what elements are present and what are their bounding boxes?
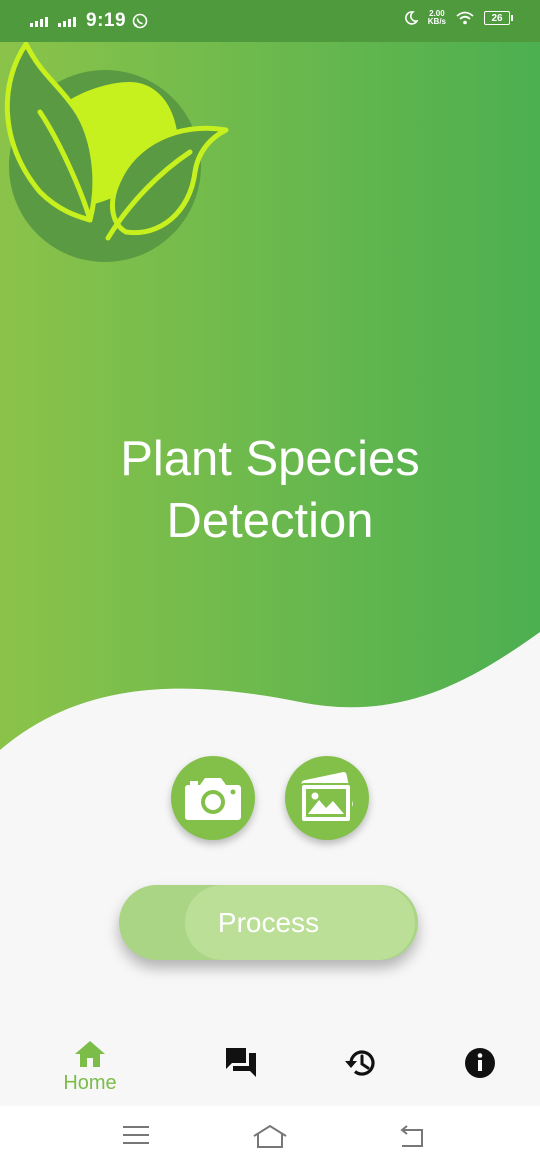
system-nav-bar — [0, 1106, 540, 1170]
title-line-2: Detection — [166, 494, 374, 548]
nav-item-info[interactable] — [435, 1020, 525, 1106]
signal-icon — [30, 15, 48, 27]
leaf-logo-icon — [4, 42, 229, 262]
process-button-label: Process — [119, 885, 418, 960]
menu-icon[interactable] — [122, 1124, 150, 1146]
title-line-1: Plant Species — [120, 432, 420, 486]
status-time: 9:19 — [86, 10, 127, 31]
net-speed-unit: KB/s — [427, 17, 446, 26]
back-icon[interactable] — [398, 1124, 426, 1148]
gallery-button[interactable] — [285, 756, 369, 840]
battery-icon: 26 — [484, 11, 513, 25]
net-speed: 2.00 KB/s — [428, 10, 446, 26]
gallery-icon — [300, 772, 353, 823]
nav-item-history[interactable] — [315, 1020, 405, 1106]
process-button[interactable]: Process — [119, 885, 418, 960]
signal-icon — [58, 15, 76, 27]
status-bar: 9:19 2.00 KB/s 26 — [0, 0, 540, 42]
chat-icon — [226, 1048, 256, 1077]
moon-icon — [404, 11, 418, 25]
camera-button[interactable] — [171, 756, 255, 840]
nav-label-home: Home — [63, 1072, 117, 1094]
home-outline-icon[interactable] — [252, 1124, 288, 1150]
info-icon — [465, 1048, 495, 1078]
wifi-icon — [456, 11, 474, 25]
process-label-text: Process — [217, 907, 320, 938]
nav-item-chat[interactable] — [195, 1020, 285, 1106]
page-title: Plant Species Detection — [0, 428, 540, 552]
status-right: 2.00 KB/s 26 — [404, 10, 513, 26]
history-icon — [345, 1050, 375, 1076]
home-icon — [75, 1041, 105, 1067]
camera-icon — [185, 778, 241, 820]
whatsapp-icon — [132, 13, 148, 29]
status-left: 9:19 — [30, 10, 148, 32]
nav-item-home[interactable]: Home — [45, 1020, 135, 1106]
hero-header: Plant Species Detection — [0, 42, 540, 762]
bottom-nav: Home — [0, 1020, 540, 1106]
battery-level: 26 — [491, 12, 503, 24]
